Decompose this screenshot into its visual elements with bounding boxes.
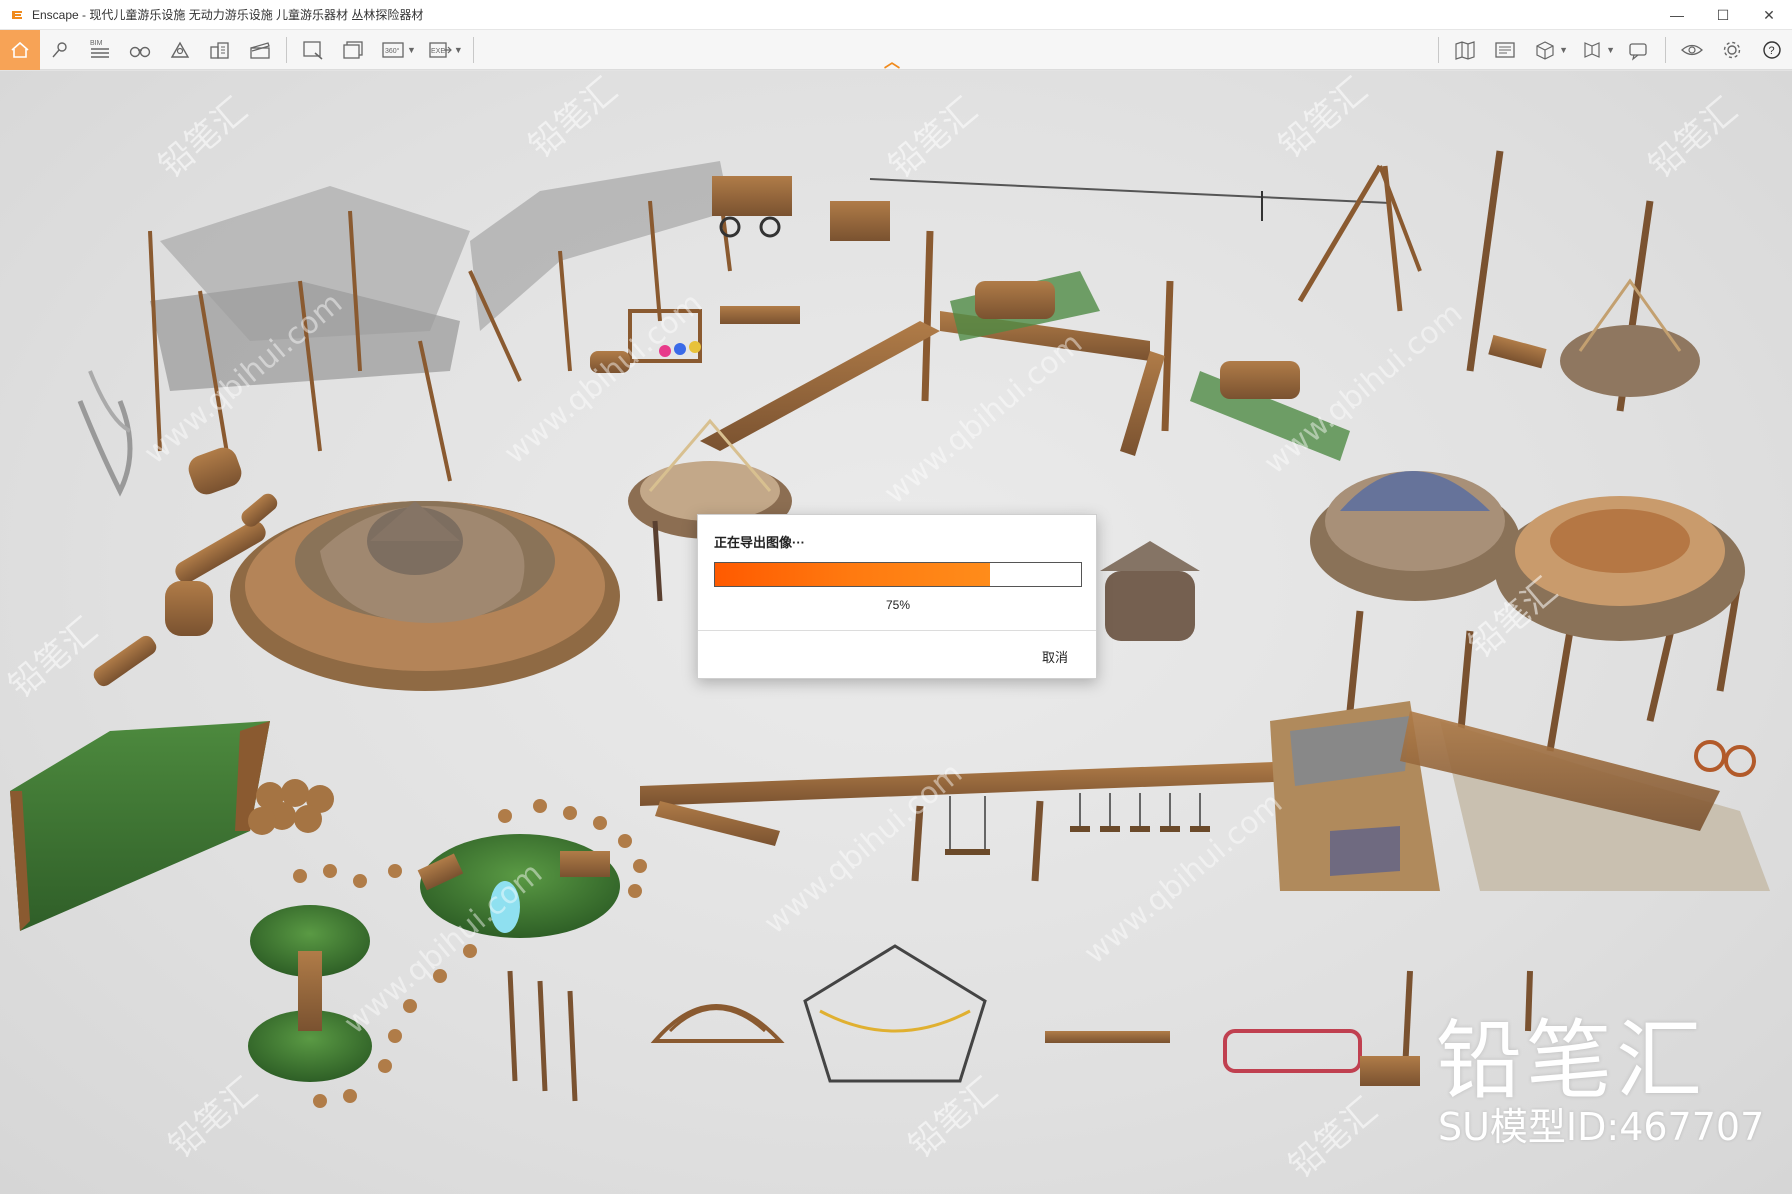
panorama-icon: 360° bbox=[382, 41, 404, 58]
map-icon bbox=[1455, 41, 1475, 60]
progress-percent: 75% bbox=[885, 598, 911, 612]
material-button[interactable] bbox=[1572, 30, 1612, 70]
collaboration-button[interactable] bbox=[1619, 30, 1659, 70]
panorama-button[interactable]: 360° bbox=[373, 30, 413, 70]
binoculars-icon bbox=[129, 46, 151, 57]
settings-button[interactable] bbox=[1712, 30, 1752, 70]
help-label: ? bbox=[1769, 45, 1775, 57]
enscape-logo-icon bbox=[8, 6, 26, 24]
minimize-button[interactable]: — bbox=[1654, 0, 1700, 30]
model-id-text: SU模型ID:467707 bbox=[1438, 1105, 1765, 1149]
title-bar: Enscape - 现代儿童游乐设施 无动力游乐设施 儿童游乐器材 丛林探险器材… bbox=[0, 0, 1792, 30]
circular-maze-hut bbox=[230, 501, 620, 691]
toolbar-separator bbox=[472, 36, 474, 63]
activity-set bbox=[590, 306, 800, 373]
toolbar-separator bbox=[286, 36, 287, 63]
log-swing-set bbox=[640, 761, 1300, 882]
net-tunnel-structure bbox=[77, 161, 890, 497]
chat-icon bbox=[1629, 43, 1647, 61]
bim-label: BIM bbox=[90, 40, 103, 47]
progress-bar-fill bbox=[715, 563, 990, 586]
bim-button[interactable]: BIM bbox=[80, 30, 120, 70]
gazebo bbox=[1100, 541, 1200, 641]
log-pile bbox=[248, 779, 334, 835]
maximize-button[interactable]: ☐ bbox=[1700, 0, 1746, 30]
gear-icon bbox=[1723, 41, 1741, 59]
dialog-divider bbox=[698, 630, 1096, 631]
sand-fort bbox=[1270, 701, 1770, 891]
views-button[interactable] bbox=[1525, 30, 1565, 70]
export-progress-dialog: 正在导出图像··· 75% 取消 bbox=[697, 514, 1097, 679]
collapse-toolbar-caret-icon[interactable]: ︿ bbox=[884, 48, 900, 72]
close-button[interactable]: ✕ bbox=[1746, 0, 1792, 30]
panorama-label: 360° bbox=[385, 47, 400, 55]
info-panel-icon bbox=[1495, 42, 1515, 58]
dialog-title: 正在导出图像··· bbox=[714, 535, 805, 550]
screenshot-icon bbox=[303, 40, 323, 60]
screenshot-button[interactable] bbox=[293, 30, 333, 70]
tree-house bbox=[1310, 150, 1745, 752]
bottom-equipment bbox=[507, 944, 1533, 1102]
export-exe-icon: EXE bbox=[429, 41, 452, 58]
cube-icon bbox=[1536, 41, 1554, 60]
toolbar-separator bbox=[1665, 37, 1666, 63]
visual-settings-button[interactable] bbox=[1672, 30, 1712, 70]
exe-label: EXE bbox=[431, 48, 445, 55]
eye-icon bbox=[1681, 44, 1703, 56]
clapper-button[interactable] bbox=[240, 30, 280, 70]
progress-bar bbox=[714, 562, 1082, 587]
atmosphere-button[interactable] bbox=[160, 30, 200, 70]
asset-library-button[interactable] bbox=[200, 30, 240, 70]
toolbar-separator bbox=[1438, 37, 1440, 63]
pin-tool-button[interactable] bbox=[40, 30, 80, 70]
help-button[interactable]: ? bbox=[1752, 30, 1792, 70]
info-panel-button[interactable] bbox=[1485, 30, 1525, 70]
batch-render-icon bbox=[343, 40, 363, 59]
rope-bridge bbox=[700, 230, 1350, 461]
window-controls: — ☐ ✕ bbox=[1654, 0, 1792, 30]
cancel-button[interactable]: 取消 bbox=[1042, 647, 1068, 666]
clapperboard-icon bbox=[250, 41, 270, 59]
mountain-icon bbox=[170, 41, 190, 58]
map-button[interactable] bbox=[1445, 30, 1485, 70]
home-button[interactable] bbox=[0, 29, 40, 70]
zip-line bbox=[869, 164, 1422, 312]
binoculars-button[interactable] bbox=[120, 30, 160, 70]
toolbar-right-group: ▼ ▼ ? bbox=[1432, 30, 1792, 70]
pin-icon bbox=[52, 41, 67, 57]
bim-icon: BIM bbox=[90, 40, 109, 58]
grass-ramp bbox=[10, 721, 270, 931]
window-title: Enscape - 现代儿童游乐设施 无动力游乐设施 儿童游乐器材 丛林探险器材 bbox=[32, 8, 424, 22]
batch-render-button[interactable] bbox=[333, 30, 373, 70]
home-icon bbox=[11, 41, 29, 58]
help-icon: ? bbox=[1763, 41, 1781, 59]
export-exe-button[interactable]: EXE bbox=[420, 30, 460, 70]
buildings-icon bbox=[210, 41, 229, 59]
book-icon bbox=[1584, 42, 1600, 58]
